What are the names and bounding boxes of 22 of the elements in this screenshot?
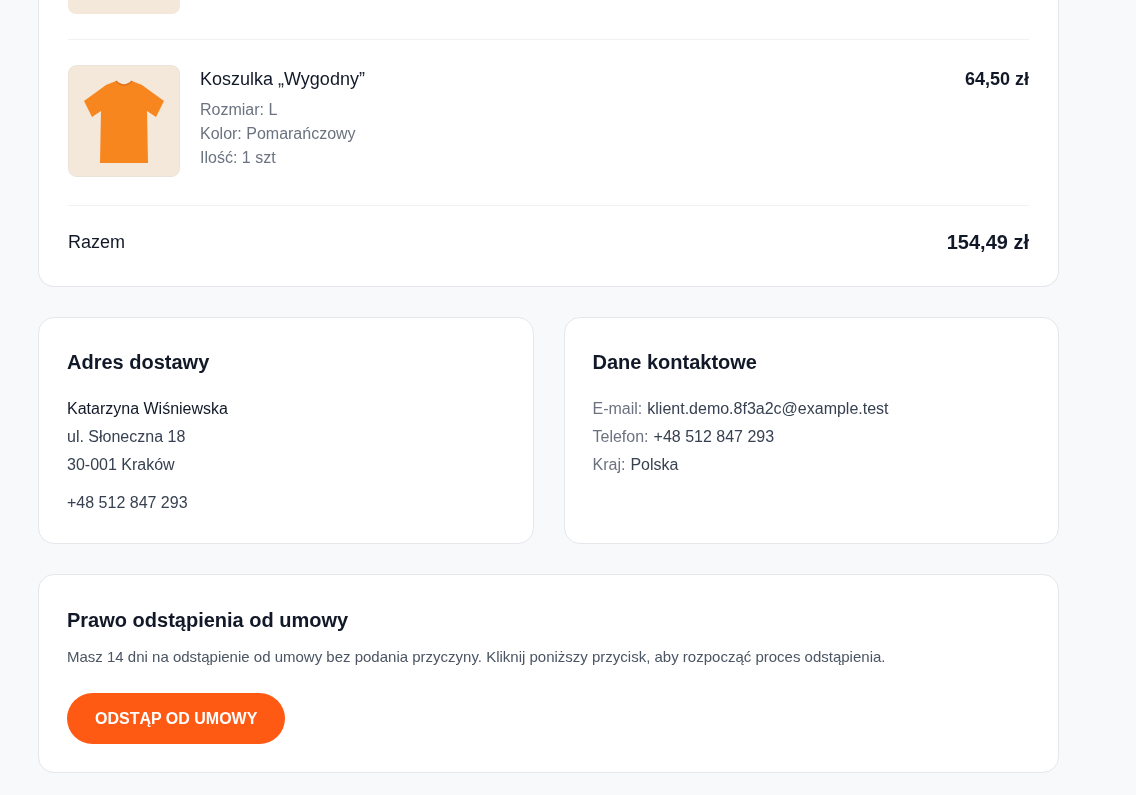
product-price: 64,50 zł [964,68,1029,91]
recipient-name: Katarzyna Wiśniewska [67,399,229,419]
field-value: Polska [630,455,679,475]
field-label: E-mail: [592,399,643,419]
total-label: Razem [68,231,125,254]
address-line: ul. Słoneczna 18 [67,427,187,447]
field-label: Telefon: [592,427,649,447]
total-amount: 154,49 zł [946,230,1029,255]
withdraw-button[interactable]: ODSTĄP OD UMOWY [67,693,286,744]
card-heading: Dane kontaktowe [592,350,758,375]
withdrawal-info: Masz 14 dni na odstąpienie od umowy bez podania przyczyny. Kliknij poniższy przycisk, aby rozpocząć proces odstąpienia. [67,647,886,667]
product-detail: Kolor: Pomarańczowy [200,124,357,144]
card-heading: Prawo odstąpienia od umowy [67,608,349,633]
field-value: +48 512 847 293 [653,427,775,447]
phone-number: +48 512 847 293 [67,493,189,513]
address-line: 30-001 Kraków [67,455,176,475]
product-name: Koszulka „Wygodny” [200,68,366,91]
product-detail: Ilość: 1 szt [200,148,277,168]
product-detail: Rozmiar: L [200,100,279,120]
card-heading: Adres dostawy [67,350,211,375]
field-label: Kraj: [592,455,626,475]
field-value: klient.demo.8f3a2c@example.test [647,399,889,419]
